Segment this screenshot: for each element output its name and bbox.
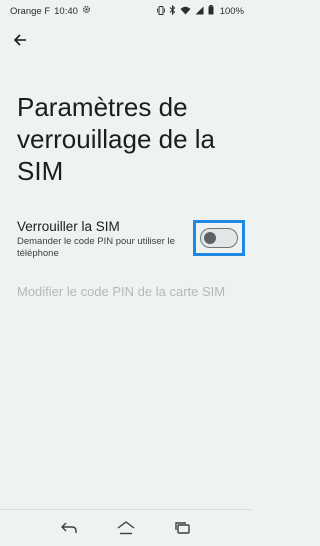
clock: 10:40 [54, 5, 78, 17]
lock-sim-subtitle: Demander le code PIN pour utiliser le té… [17, 236, 175, 259]
battery-icon [208, 5, 214, 17]
back-button[interactable] [8, 28, 32, 52]
back-nav-icon [60, 522, 77, 533]
nav-recents-button[interactable] [169, 514, 197, 542]
signal-icon [195, 6, 204, 17]
bluetooth-icon [169, 4, 176, 17]
battery-percent: 100% [219, 5, 244, 17]
arrow-left-icon [13, 34, 26, 46]
nav-home-button[interactable] [112, 514, 140, 542]
vibrate-icon [156, 5, 165, 17]
navigation-bar [0, 509, 252, 546]
status-bar: Orange F 10:40 100% [0, 0, 252, 22]
toggle-thumb [204, 232, 216, 244]
wifi-icon [180, 6, 191, 17]
change-pin-item: Modifier le code PIN de la carte SIM [17, 284, 226, 299]
settings-gear-icon [82, 5, 91, 17]
recents-nav-icon [175, 522, 191, 534]
status-right: 100% [156, 4, 244, 17]
page-title: Paramètres de verrouillage de la SIM [17, 92, 216, 186]
home-nav-icon [117, 521, 135, 535]
lock-sim-toggle[interactable] [200, 228, 238, 248]
toggle-highlight-box [193, 220, 245, 256]
carrier-label: Orange F [10, 5, 51, 17]
lock-sim-title: Verrouiller la SIM [17, 219, 120, 234]
nav-back-button[interactable] [55, 514, 83, 542]
lock-sim-setting[interactable]: Verrouiller la SIM Demander le code PIN … [0, 215, 252, 263]
status-left: Orange F 10:40 [10, 5, 91, 17]
